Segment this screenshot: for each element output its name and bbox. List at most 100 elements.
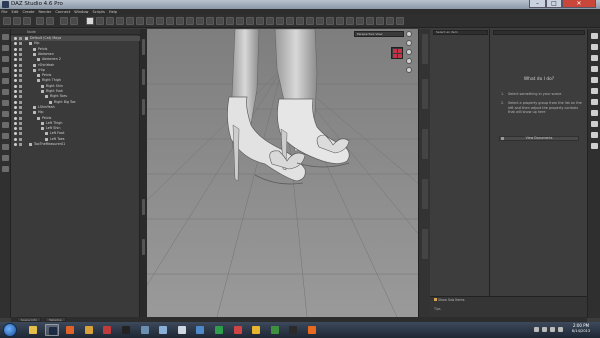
cameras-tab-icon[interactable] <box>591 88 598 94</box>
clock[interactable]: 2:00 PM 8/14/2013 <box>566 323 596 334</box>
terminal-app[interactable] <box>286 324 300 336</box>
zoom-icon[interactable] <box>406 58 412 64</box>
tab-viewport-d[interactable] <box>422 179 428 209</box>
render-tab-icon[interactable] <box>2 155 9 161</box>
posing-icon[interactable] <box>266 17 274 25</box>
lock-icon[interactable] <box>19 47 22 51</box>
lock-icon[interactable] <box>19 37 22 40</box>
smart-content-icon[interactable] <box>246 17 254 25</box>
content-tab-icon[interactable] <box>591 132 598 138</box>
surfaces-icon[interactable] <box>286 17 294 25</box>
pose-tab-icon[interactable] <box>2 133 9 139</box>
light-tab-icon[interactable] <box>2 89 9 95</box>
scroll-grip[interactable] <box>142 39 145 55</box>
scene-node-row[interactable]: Right Thigh <box>11 78 140 83</box>
item-select[interactable]: Select an item <box>433 30 488 35</box>
puppeteer-icon[interactable] <box>376 17 384 25</box>
scene-icon[interactable] <box>316 17 324 25</box>
camera-tab-icon[interactable] <box>2 67 9 73</box>
scroll-grip[interactable] <box>142 199 145 215</box>
scene-node-row[interactable]: Pelvis <box>11 47 140 52</box>
view-options-icon[interactable] <box>406 31 412 37</box>
visibility-icon[interactable] <box>14 95 17 99</box>
lock-icon[interactable] <box>19 100 22 104</box>
puzzle-app[interactable] <box>100 324 114 336</box>
parameters-filter[interactable] <box>493 30 585 35</box>
visibility-icon[interactable] <box>14 116 17 120</box>
lock-icon[interactable] <box>19 79 22 83</box>
tray-arrow-icon[interactable] <box>534 327 539 332</box>
scroll-grip[interactable] <box>142 239 145 255</box>
lights-tab-icon[interactable] <box>591 77 598 83</box>
lock-icon[interactable] <box>19 105 22 109</box>
lock-icon[interactable] <box>19 111 22 115</box>
tab-viewport-a[interactable] <box>422 34 428 64</box>
scene-node-row[interactable]: Abdomen <box>11 52 140 57</box>
document-app[interactable] <box>175 324 189 336</box>
prop-tab-icon[interactable] <box>2 111 9 117</box>
scene-node-row[interactable]: Default (Cat) Maya <box>11 36 140 41</box>
figure-tool-icon[interactable] <box>206 17 214 25</box>
visibility-icon[interactable] <box>14 47 17 51</box>
lock-icon[interactable] <box>19 95 22 99</box>
scene-node-row[interactable]: Left Toes <box>11 137 140 142</box>
shape-tab-icon[interactable] <box>2 144 9 150</box>
lock-icon[interactable] <box>19 74 22 78</box>
green-app[interactable] <box>212 324 226 336</box>
visibility-icon[interactable] <box>14 90 17 93</box>
scene-node-row[interactable]: Pelvis <box>11 116 140 121</box>
content-library-icon[interactable] <box>256 17 264 25</box>
folder-tab-icon[interactable] <box>2 45 9 51</box>
visibility-icon[interactable] <box>14 132 17 136</box>
image-app[interactable] <box>138 324 152 336</box>
joint-editor-icon[interactable] <box>136 17 144 25</box>
figure-tab-icon[interactable] <box>2 78 9 84</box>
render-settings-icon[interactable] <box>70 17 78 25</box>
tool-settings-tab-icon[interactable] <box>591 110 598 116</box>
lock-icon[interactable] <box>19 90 22 93</box>
params-tab-icon[interactable] <box>591 33 598 39</box>
visibility-icon[interactable] <box>14 52 17 56</box>
animate-icon[interactable] <box>356 17 364 25</box>
undo-icon[interactable] <box>36 17 44 25</box>
help-icon[interactable] <box>396 17 404 25</box>
lock-icon[interactable] <box>19 121 22 125</box>
redo-icon[interactable] <box>46 17 54 25</box>
cameras-icon[interactable] <box>306 17 314 25</box>
folder-app[interactable] <box>26 324 40 336</box>
visibility-icon[interactable] <box>14 79 17 83</box>
orbit-icon[interactable] <box>406 40 412 46</box>
timeline-icon[interactable] <box>226 17 234 25</box>
network-icon[interactable] <box>542 327 547 332</box>
save-icon[interactable] <box>23 17 31 25</box>
visibility-icon[interactable] <box>14 105 17 109</box>
tool-app[interactable] <box>156 324 170 336</box>
scene-node-row[interactable]: TooTheMeasurer01 <box>11 142 140 147</box>
scene-node-row[interactable]: Hip <box>11 110 140 115</box>
visibility-icon[interactable] <box>14 58 17 62</box>
scene-node-row[interactable]: Hip <box>11 41 140 46</box>
scene-node-row[interactable]: Right Foot <box>11 89 140 94</box>
daz-studio-app[interactable] <box>44 324 59 336</box>
lock-icon[interactable] <box>19 132 22 136</box>
open-icon[interactable] <box>13 17 21 25</box>
visibility-icon[interactable] <box>14 74 17 78</box>
show-sub-items-toggle[interactable]: Show Sub Items <box>434 297 465 303</box>
view-documents-button[interactable]: View Documents <box>499 136 579 141</box>
lock-icon[interactable] <box>19 52 22 56</box>
settings-tab-icon[interactable] <box>2 166 9 172</box>
scene-scrollbar[interactable] <box>140 29 147 318</box>
lights-icon[interactable] <box>296 17 304 25</box>
start-button[interactable] <box>3 323 17 337</box>
visibility-icon[interactable] <box>14 84 17 88</box>
scene-node-row[interactable]: rShinYeah <box>11 63 140 68</box>
pan-icon[interactable] <box>406 49 412 55</box>
scene-node-row[interactable]: Right Shin <box>11 84 140 89</box>
media-app[interactable] <box>82 324 96 336</box>
lock-icon[interactable] <box>19 42 22 46</box>
tab-viewport-b[interactable] <box>422 79 428 109</box>
tips-tab[interactable]: Tips <box>434 306 441 312</box>
visibility-icon[interactable] <box>14 63 17 67</box>
scene-node-row[interactable]: Abdomen 2 <box>11 57 140 62</box>
visibility-icon[interactable] <box>14 68 17 72</box>
